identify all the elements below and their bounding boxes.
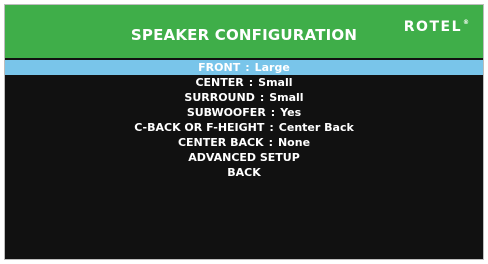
menu-item-surround[interactable]: SURROUND: Small	[5, 90, 483, 105]
registered-mark: ®	[463, 19, 469, 26]
menu-item-separator: :	[259, 91, 265, 104]
menu-item-center-back[interactable]: CENTER BACK: None	[5, 135, 483, 150]
menu-item-value: Small	[258, 76, 293, 89]
menu-item-label: CENTER	[195, 76, 244, 89]
menu-item-advanced-setup[interactable]: ADVANCED SETUP	[5, 150, 483, 165]
menu-item-value: Large	[254, 61, 290, 74]
menu-item-center[interactable]: CENTER: Small	[5, 75, 483, 90]
menu-item-label: SUBWOOFER	[186, 106, 266, 119]
menu-item-value: Center Back	[278, 121, 354, 134]
menu-item-label: ADVANCED SETUP	[188, 151, 300, 164]
menu-item-label: SURROUND	[184, 91, 255, 104]
logo-text: ROTEL	[403, 19, 462, 35]
speaker-config-menu: FRONT: Large CENTER: Small SURROUND: Small …	[5, 60, 483, 180]
title-bar: SPEAKER CONFIGURATION ROTEL®	[5, 5, 483, 58]
menu-item-subwoofer[interactable]: SUBWOOFER: Yes	[5, 105, 483, 120]
menu-item-back[interactable]: BACK	[5, 165, 483, 180]
menu-item-value: Yes	[280, 106, 302, 119]
menu-item-separator: :	[270, 106, 276, 119]
menu-item-separator: :	[269, 121, 274, 134]
menu-item-front[interactable]: FRONT: Large	[5, 60, 483, 75]
rotel-logo: ROTEL®	[404, 19, 469, 35]
menu-item-label: CENTER BACK	[177, 136, 264, 149]
osd-screen: SPEAKER CONFIGURATION ROTEL® FRONT: Large…	[4, 4, 484, 260]
menu-item-label: FRONT	[198, 61, 241, 74]
menu-item-label: BACK	[227, 166, 261, 179]
menu-item-label: C-BACK OR F-HEIGHT	[134, 121, 265, 134]
menu-item-separator: :	[245, 61, 250, 74]
menu-item-separator: :	[248, 76, 254, 89]
menu-item-separator: :	[268, 136, 273, 149]
menu-item-c-back-or-f-height[interactable]: C-BACK OR F-HEIGHT: Center Back	[5, 120, 483, 135]
menu-item-value: Small	[269, 91, 304, 104]
menu-item-value: None	[277, 136, 311, 149]
